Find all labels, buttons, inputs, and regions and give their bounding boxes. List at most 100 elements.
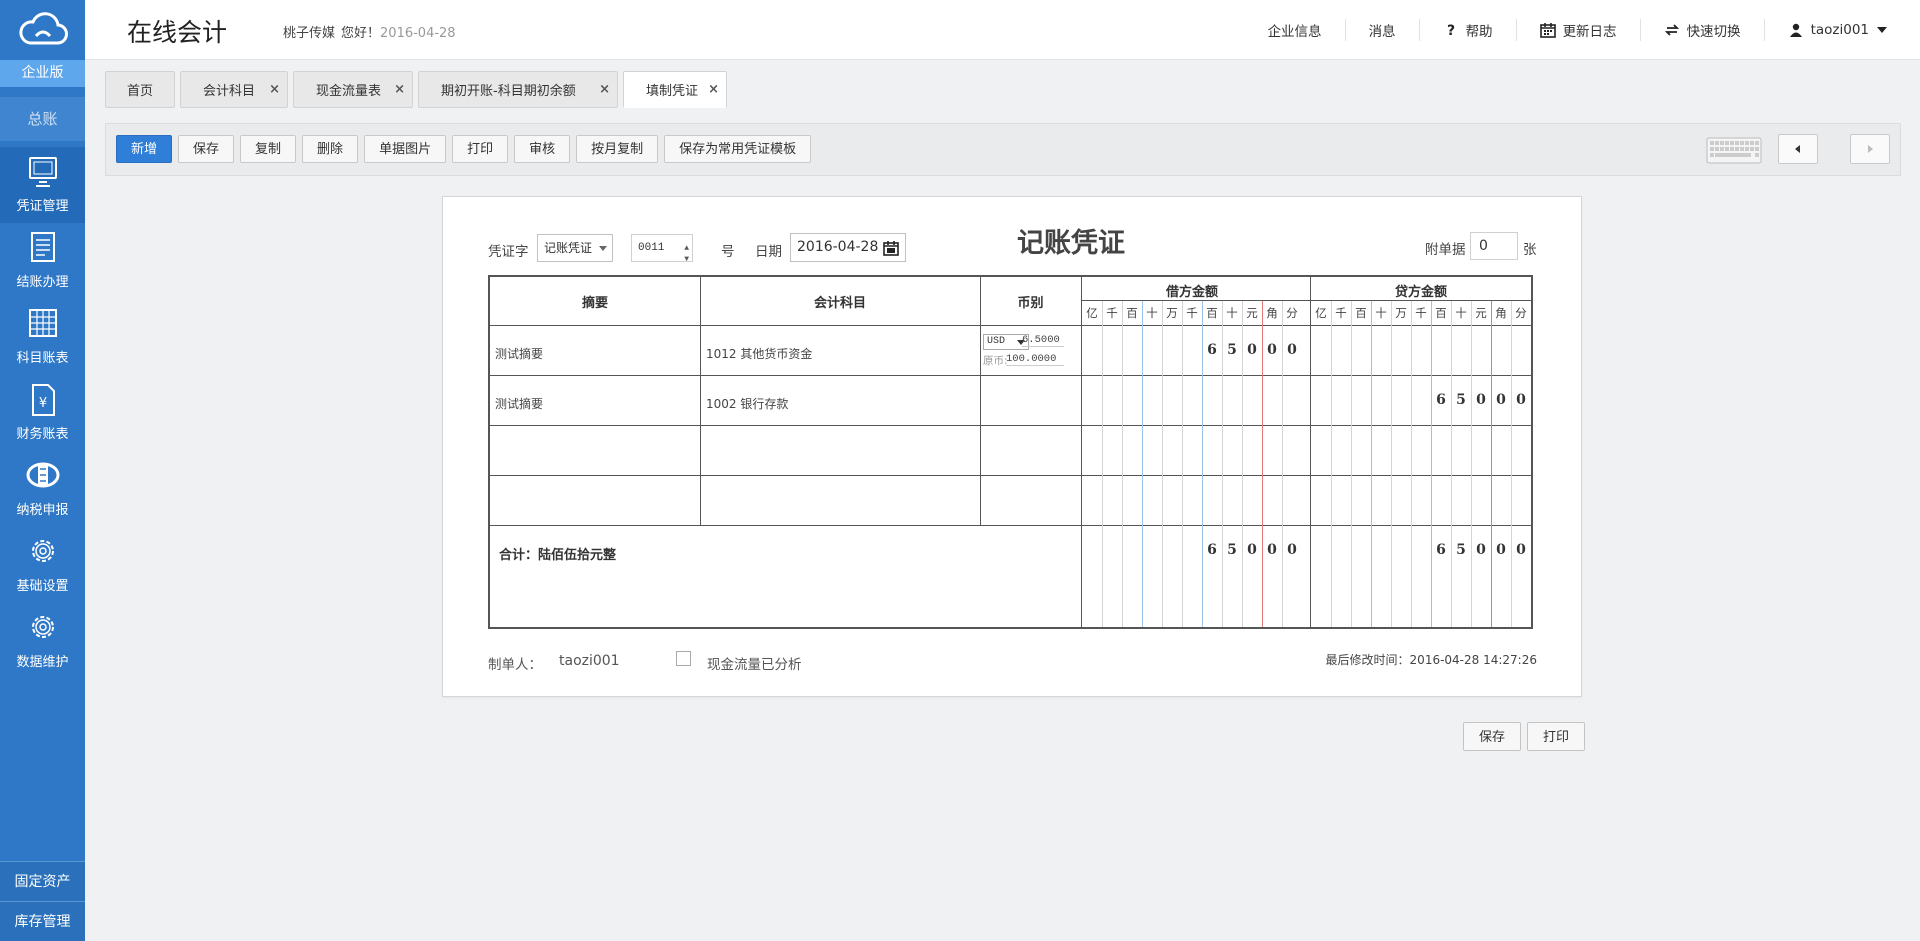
- row-divider: [490, 525, 1531, 526]
- sidebar-item-basic-settings[interactable]: 基础设置: [0, 527, 85, 603]
- column-divider: [1081, 277, 1082, 627]
- current-date: 2016-04-28: [380, 26, 456, 41]
- document-image-button[interactable]: 单据图片: [364, 135, 447, 163]
- menu-label: 更新日志: [1562, 24, 1617, 40]
- previous-voucher-button[interactable]: [1778, 134, 1818, 164]
- sidebar-item-data-maintenance[interactable]: 数据维护: [0, 603, 85, 679]
- chevron-down-icon: [599, 246, 607, 251]
- print-button[interactable]: 打印: [452, 135, 509, 163]
- total-digit: 0: [1247, 542, 1257, 558]
- digit-unit-header: 分: [1286, 306, 1298, 320]
- delete-button[interactable]: 删除: [302, 135, 359, 163]
- voucher-number-stepper[interactable]: 0011 ▲ ▼: [631, 234, 693, 264]
- monthly-copy-button[interactable]: 按月复制: [576, 135, 659, 163]
- svg-text:¥: ¥: [38, 396, 46, 411]
- voucher-table: 摘要 会计科目 币别 借方金额 贷方金额亿千百十万千百十元角分亿千百十万千百十元角分测试…: [488, 275, 1533, 629]
- calendar-icon[interactable]: [883, 240, 899, 256]
- summary-cell: 测试摘要: [495, 397, 544, 411]
- maker-label: 制单人：: [488, 657, 542, 673]
- keyboard-icon[interactable]: [1706, 137, 1762, 164]
- amount-digit: 0: [1247, 342, 1257, 358]
- new-button[interactable]: 新增: [116, 135, 173, 163]
- total-label: 合计：陆佰伍拾元整: [499, 548, 617, 563]
- help-link[interactable]: ? 帮助: [1418, 19, 1516, 41]
- copy-button[interactable]: 复制: [240, 135, 297, 163]
- original-amount-field[interactable]: 100.0000: [1006, 353, 1064, 366]
- column-divider: [700, 277, 701, 526]
- username: taozi001: [1810, 22, 1869, 38]
- save-button[interactable]: 保存: [178, 135, 235, 163]
- close-icon[interactable]: ×: [708, 82, 719, 97]
- tab-accounting-subjects[interactable]: 会计科目 ×: [180, 71, 288, 108]
- stepper-down-icon[interactable]: ▼: [684, 247, 689, 273]
- date-label: 日期: [755, 244, 782, 260]
- date-field[interactable]: 2016-04-28: [790, 233, 906, 262]
- changelog-link[interactable]: 更新日志: [1515, 19, 1640, 41]
- review-button[interactable]: 审核: [514, 135, 571, 163]
- digit-divider: [1182, 301, 1183, 627]
- user-icon: [1789, 23, 1802, 37]
- total-digit: 0: [1267, 542, 1277, 558]
- bottom-print-button[interactable]: 打印: [1527, 722, 1585, 751]
- attachment-count-input[interactable]: 0: [1470, 232, 1518, 260]
- digit-divider: [1102, 301, 1103, 627]
- total-digit: 5: [1227, 542, 1237, 558]
- sidebar-item-closing[interactable]: 结账办理: [0, 223, 85, 299]
- total-digit: 0: [1516, 542, 1526, 558]
- exchange-rate-field[interactable]: 6.5000: [1022, 334, 1064, 347]
- next-voucher-button[interactable]: [1850, 134, 1890, 164]
- yen-document-icon: ¥: [31, 384, 55, 416]
- tab-home[interactable]: 首页: [105, 71, 175, 108]
- company-name: 桃子传媒: [283, 26, 336, 41]
- document-list-icon: [30, 232, 55, 262]
- currency-header: 币别: [1017, 296, 1044, 311]
- monitor-icon: [28, 157, 57, 187]
- sidebar: 企业版 总账 凭证管理 结账办理 科目账表 ¥ 财务账表 纳税申报 基础设置 数: [0, 0, 85, 941]
- voucher-word-select[interactable]: 记账凭证: [537, 234, 613, 262]
- digit-unit-header: 千: [1186, 306, 1198, 320]
- caret-down-icon: [1877, 27, 1887, 33]
- account-header: 会计科目: [813, 296, 866, 311]
- last-modified-time: 最后修改时间：2016-04-28 14:27:26: [1325, 653, 1537, 667]
- sidebar-item-voucher-management[interactable]: 凭证管理: [0, 147, 85, 223]
- tab-cash-flow[interactable]: 现金流量表 ×: [293, 71, 413, 108]
- digit-unit-header: 十: [1375, 306, 1387, 320]
- quick-switch-link[interactable]: 快速切换: [1639, 19, 1764, 41]
- sidebar-item-tax-filing[interactable]: 纳税申报: [0, 451, 85, 527]
- bottom-save-button[interactable]: 保存: [1463, 722, 1521, 751]
- gear-icon: [31, 616, 54, 638]
- gear-icon: [31, 540, 54, 562]
- tab-opening-balance[interactable]: 期初开账-科目期初余额 ×: [418, 71, 618, 108]
- save-as-template-button[interactable]: 保存为常用凭证模板: [664, 135, 812, 163]
- sidebar-item-account-ledger[interactable]: 科目账表: [0, 299, 85, 375]
- summary-cell: 测试摘要: [495, 347, 544, 361]
- messages-link[interactable]: 消息: [1344, 19, 1419, 41]
- sidebar-item-financial-statements[interactable]: ¥ 财务账表: [0, 375, 85, 451]
- total-digit: 5: [1456, 542, 1466, 558]
- sidebar-item-inventory[interactable]: 库存管理: [0, 901, 85, 941]
- digit-unit-header: 十: [1455, 306, 1467, 320]
- total-digit: 0: [1496, 542, 1506, 558]
- cashflow-analyzed-checkbox[interactable]: [676, 651, 691, 666]
- account-cell: 1002 银行存款: [706, 397, 789, 411]
- header-divider: [1081, 300, 1531, 301]
- digit-unit-header: 万: [1166, 306, 1178, 320]
- total-digit: 0: [1476, 542, 1486, 558]
- digit-unit-header: 百: [1355, 306, 1367, 320]
- cloud-logo-icon[interactable]: [0, 0, 85, 60]
- close-icon[interactable]: ×: [599, 82, 610, 97]
- sidebar-section-general-ledger[interactable]: 总账: [0, 97, 85, 141]
- sidebar-item-fixed-assets[interactable]: 固定资产: [0, 861, 85, 901]
- sidebar-item-label: 科目账表: [16, 351, 69, 366]
- amount-digit: 5: [1227, 342, 1237, 358]
- company-info-link[interactable]: 企业信息: [1245, 19, 1345, 41]
- calendar-icon: [1539, 23, 1556, 38]
- user-menu[interactable]: taozi001: [1763, 19, 1920, 41]
- close-icon[interactable]: ×: [394, 82, 405, 97]
- row-divider: [490, 475, 1531, 476]
- digit-unit-header: 百: [1435, 306, 1447, 320]
- digit-divider: [1122, 301, 1123, 627]
- tab-fill-voucher[interactable]: 填制凭证 ×: [623, 71, 727, 108]
- close-icon[interactable]: ×: [269, 82, 280, 97]
- sidebar-item-label: 基础设置: [16, 579, 69, 594]
